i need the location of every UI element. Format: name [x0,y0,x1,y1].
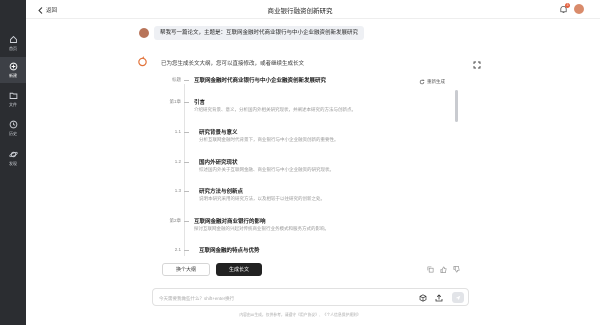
outline-item-number: 1.3 [174,188,181,193]
expand-icon[interactable] [473,61,481,69]
outline-tick [184,162,189,163]
outline-item-desc[interactable]: 综述国内外关于互联网金融、商业银行与中小企业融资的研究现状。 [199,167,334,173]
folder-icon [9,92,17,99]
outline-item-title[interactable]: 研究方法与创新点 [199,187,243,195]
composer [152,288,469,306]
outline-item-title[interactable]: 引言 [194,98,205,106]
sidebar-item-new[interactable]: 新建 [0,57,26,83]
outline-title-label: 标题 [172,77,181,82]
change-outline-button[interactable]: 换个大纲 [162,263,210,276]
outline-item-title[interactable]: 国内外研究现状 [199,158,238,166]
sidebar-item-label: 新建 [9,72,17,78]
copy-icon[interactable] [427,266,434,273]
outline-tick [184,191,189,192]
outline-item-title[interactable]: 研究背景与意义 [199,128,238,136]
outline-title[interactable]: 互联网金融时代商业银行与中小企业融资创新发展研究 [194,76,326,84]
outline-tick [184,102,189,103]
home-icon [9,35,17,43]
avatar[interactable] [574,4,584,14]
back-label: 返回 [46,8,58,14]
left-sidebar: 首页 新建 文件 历史 发现 [0,0,26,325]
outline-item-desc[interactable]: 说明本研究采用的研究方法，以及相较于以往研究的创新之处。 [199,196,325,202]
outline-item-desc[interactable]: 分析互联网金融时代背景下，商业银行与中小企业融资创新的重要性。 [199,137,339,143]
outline-item-number: 1.1 [174,129,181,134]
outline-tick [184,80,189,81]
outline-item-title[interactable]: 互联网金融的特点与优势 [199,246,260,254]
sidebar-item-files[interactable]: 文件 [0,86,26,112]
sidebar-item-label: 历史 [9,130,17,136]
back-button[interactable]: 返回 [38,6,57,14]
sidebar-item-home[interactable]: 首页 [0,30,26,56]
generate-long-text-button[interactable]: 生成长文 [216,263,262,276]
planet-icon [8,151,18,157]
thumbs-down-icon[interactable] [453,266,460,273]
outline-item-number: 2.1 [174,247,181,252]
outline-item-number: 1.2 [174,159,181,164]
header-divider [26,18,600,19]
assistant-logo-icon [138,56,147,67]
sidebar-item-label: 发现 [9,160,17,166]
outline-panel: 标题 互联网金融时代商业银行与中小企业融资创新发展研究 第1章 引言 介绍研究背… [161,74,464,258]
upload-icon[interactable] [435,294,443,302]
outline-item-title[interactable]: 互联网金融对商业银行的影响 [194,217,266,225]
sidebar-item-label: 首页 [9,45,17,51]
outline-list: 标题 互联网金融时代商业银行与中小企业融资创新发展研究 第1章 引言 介绍研究背… [161,74,457,258]
footer-disclaimer: 内容由AI生成，仅供参考，请遵守《用户协议》、《个人信息保护规则》 [239,313,361,317]
outline-guide-line [184,84,185,256]
notification-badge: 3 [565,3,570,8]
thumbs-up-icon[interactable] [440,266,447,273]
outline-item-desc[interactable]: 介绍研究背景、意义，分析国内外相关研究现状，并阐述本研究的方法与创新点。 [194,107,356,113]
outline-tick [184,132,189,133]
attachment-cube-icon[interactable] [419,294,427,302]
new-chat-icon [9,62,17,70]
user-avatar [139,28,149,38]
outline-item-number: 第1章 [169,99,181,104]
sidebar-item-label: 文件 [9,101,17,107]
history-icon [9,120,17,128]
send-icon [455,295,461,300]
sidebar-item-discover[interactable]: 发现 [0,145,26,171]
user-message: 帮我写一篇论文，主题是：互联网金融时代商业银行与中小企业融资创新发展研究 [154,26,365,40]
chevron-left-icon [38,6,43,14]
message-input[interactable] [159,293,389,303]
outline-scrollbar[interactable] [455,90,458,122]
assistant-intro: 已为您生成长文大纲，您可以直接修改，或者继续生成长文 [161,61,305,67]
outline-item-number: 第2章 [169,218,181,223]
outline-tick [184,221,189,222]
sidebar-item-history[interactable]: 历史 [0,115,26,141]
outline-tick [184,250,189,251]
send-button[interactable] [452,292,464,303]
page-title: 商业银行融资创新研究 [267,8,333,15]
outline-item-desc[interactable]: 探讨互联网金融的兴起对传统商业银行业务模式和服务方式的影响。 [194,226,329,232]
